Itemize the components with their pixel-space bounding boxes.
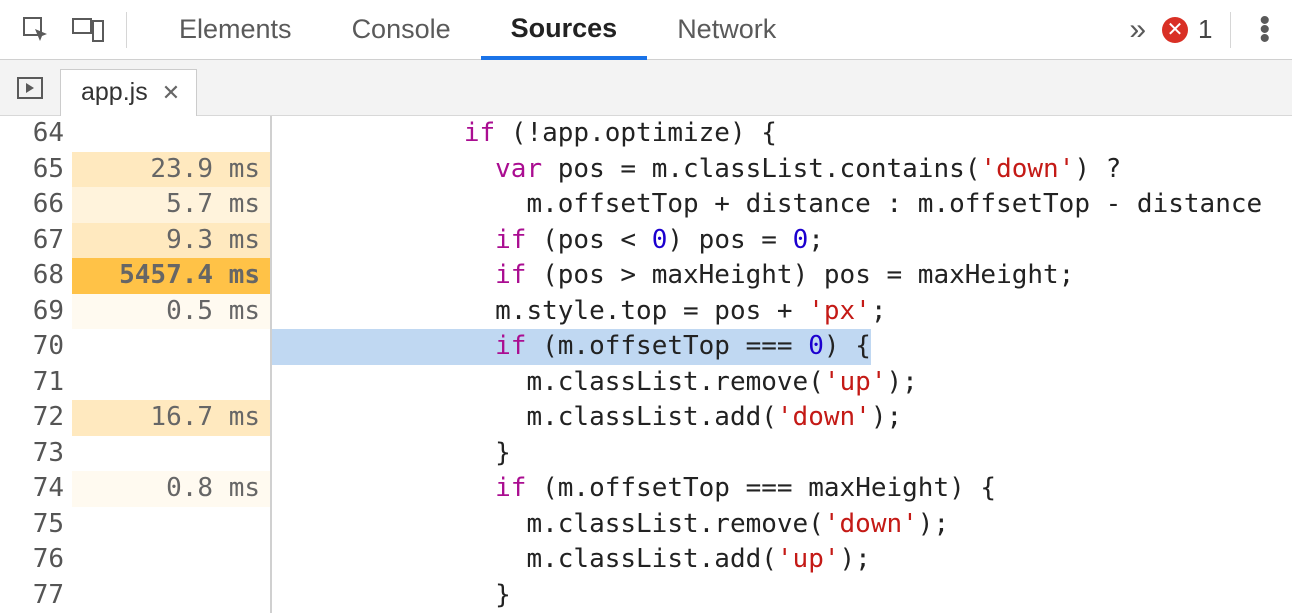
line-timing: 9.3 ms — [72, 223, 270, 259]
line-number[interactable]: 69 — [0, 294, 72, 330]
source-editor[interactable]: 6465666768697071727374757677 23.9 ms5.7 … — [0, 116, 1292, 613]
line-number[interactable]: 70 — [0, 329, 72, 365]
line-timing: 0.8 ms — [72, 471, 270, 507]
line-timing — [72, 542, 270, 578]
tab-console[interactable]: Console — [322, 0, 481, 59]
code-line[interactable]: m.offsetTop + distance : m.offsetTop - d… — [272, 187, 1292, 223]
line-number[interactable]: 73 — [0, 436, 72, 472]
line-number[interactable]: 71 — [0, 365, 72, 401]
code-line[interactable]: if (pos > maxHeight) pos = maxHeight; — [272, 258, 1292, 294]
line-timing — [72, 116, 270, 152]
code-line[interactable]: if (pos < 0) pos = 0; — [272, 223, 1292, 259]
code-body[interactable]: if (!app.optimize) { var pos = m.classLi… — [272, 116, 1292, 613]
code-line[interactable]: if (m.offsetTop === maxHeight) { — [272, 471, 1292, 507]
error-count: 1 — [1198, 14, 1212, 45]
line-number[interactable]: 67 — [0, 223, 72, 259]
line-timing — [72, 436, 270, 472]
device-toggle-icon[interactable] — [68, 10, 108, 50]
code-line[interactable]: m.classList.remove('down'); — [272, 507, 1292, 543]
code-line[interactable]: } — [272, 578, 1292, 614]
code-line[interactable]: if (m.offsetTop === 0) { — [272, 329, 1292, 365]
tab-elements[interactable]: Elements — [149, 0, 322, 59]
line-timing: 5.7 ms — [72, 187, 270, 223]
more-tabs-icon[interactable]: » — [1113, 15, 1162, 45]
line-number[interactable]: 75 — [0, 507, 72, 543]
close-icon[interactable]: ✕ — [162, 80, 180, 106]
kebab-menu-icon[interactable]: ••• — [1243, 16, 1282, 43]
code-line[interactable]: var pos = m.classList.contains('down') ? — [272, 152, 1292, 188]
line-timing: 0.5 ms — [72, 294, 270, 330]
line-number[interactable]: 74 — [0, 471, 72, 507]
code-line[interactable]: m.style.top = pos + 'px'; — [272, 294, 1292, 330]
line-timing: 5457.4 ms — [72, 258, 270, 294]
line-timing — [72, 507, 270, 543]
toolbar-separator — [126, 12, 127, 48]
toolbar-separator — [1230, 12, 1231, 48]
tab-sources[interactable]: Sources — [481, 0, 648, 60]
line-number[interactable]: 72 — [0, 400, 72, 436]
devtools-toolbar: ElementsConsoleSourcesNetwork » ✕ 1 ••• — [0, 0, 1292, 60]
line-number[interactable]: 66 — [0, 187, 72, 223]
line-timing: 16.7 ms — [72, 400, 270, 436]
line-number[interactable]: 77 — [0, 578, 72, 614]
show-navigator-icon[interactable] — [0, 60, 60, 116]
timing-gutter: 23.9 ms5.7 ms9.3 ms5457.4 ms0.5 ms 16.7 m… — [72, 116, 272, 613]
line-timing — [72, 578, 270, 614]
line-timing — [72, 365, 270, 401]
code-line[interactable]: m.classList.add('up'); — [272, 542, 1292, 578]
error-badge-icon: ✕ — [1162, 17, 1188, 43]
file-tab-label: app.js — [81, 78, 148, 107]
code-line[interactable]: m.classList.add('down'); — [272, 400, 1292, 436]
code-line[interactable]: m.classList.remove('up'); — [272, 365, 1292, 401]
tab-network[interactable]: Network — [647, 0, 806, 59]
line-number[interactable]: 64 — [0, 116, 72, 152]
code-line[interactable]: } — [272, 436, 1292, 472]
file-tab-app-js[interactable]: app.js ✕ — [60, 69, 197, 116]
inspect-element-icon[interactable] — [16, 10, 56, 50]
code-line[interactable]: if (!app.optimize) { — [272, 116, 1292, 152]
line-number[interactable]: 65 — [0, 152, 72, 188]
line-timing: 23.9 ms — [72, 152, 270, 188]
line-number[interactable]: 76 — [0, 542, 72, 578]
line-number[interactable]: 68 — [0, 258, 72, 294]
error-indicator[interactable]: ✕ 1 — [1162, 14, 1218, 45]
line-timing — [72, 329, 270, 365]
line-number-gutter: 6465666768697071727374757677 — [0, 116, 72, 613]
panel-tabs: ElementsConsoleSourcesNetwork — [149, 0, 1113, 59]
file-tabstrip: app.js ✕ — [0, 60, 1292, 116]
